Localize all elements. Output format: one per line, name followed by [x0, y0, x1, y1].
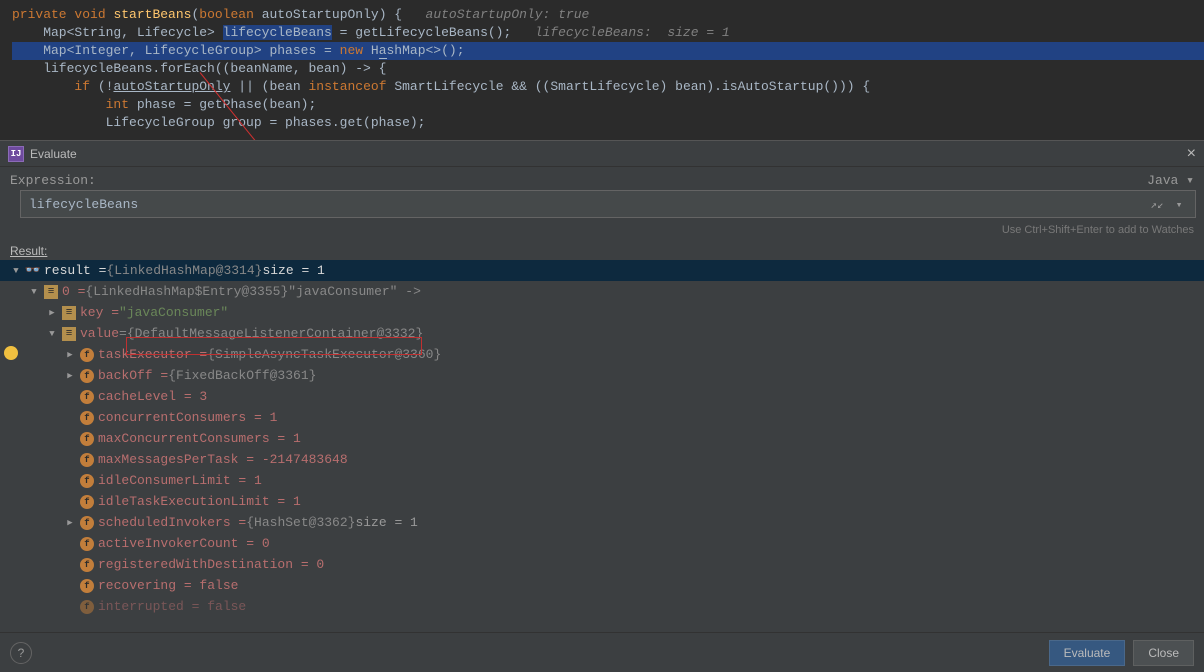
entry-icon: ≡	[62, 306, 76, 320]
entry-icon: ≡	[62, 327, 76, 341]
field-icon: f	[80, 348, 94, 362]
result-label: Result:	[0, 242, 1204, 260]
watch-icon: 👓	[26, 264, 40, 278]
expand-icon[interactable]: ↗↙	[1146, 194, 1168, 216]
field-icon: f	[80, 432, 94, 446]
evaluate-button[interactable]: Evaluate	[1049, 640, 1126, 666]
field-icon: f	[80, 411, 94, 425]
field-icon: f	[80, 537, 94, 551]
field-icon: f	[80, 495, 94, 509]
language-selector[interactable]: Java ▾	[1147, 173, 1194, 188]
field-icon: f	[80, 453, 94, 467]
result-tree[interactable]: ▼👓result = {LinkedHashMap@3314} size = 1…	[0, 260, 1204, 632]
tree-row[interactable]: fregisteredWithDestination = 0	[0, 554, 1204, 575]
hint-text: Use Ctrl+Shift+Enter to add to Watches	[0, 222, 1204, 242]
close-button[interactable]: Close	[1133, 640, 1194, 666]
field-icon: f	[80, 390, 94, 404]
dialog-title: Evaluate	[30, 147, 1187, 161]
field-icon: f	[80, 369, 94, 383]
tree-row[interactable]: factiveInvokerCount = 0	[0, 533, 1204, 554]
field-icon: f	[80, 558, 94, 572]
intellij-icon: IJ	[8, 146, 24, 162]
tree-row[interactable]: ▼≡0 = {LinkedHashMap$Entry@3355} "javaCo…	[0, 281, 1204, 302]
tree-row[interactable]: fconcurrentConsumers = 1	[0, 407, 1204, 428]
tree-row[interactable]: ▶fbackOff = {FixedBackOff@3361}	[0, 365, 1204, 386]
tree-row[interactable]: fmaxConcurrentConsumers = 1	[0, 428, 1204, 449]
tree-row[interactable]: fidleConsumerLimit = 1	[0, 470, 1204, 491]
field-icon: f	[80, 516, 94, 530]
tree-row[interactable]: ▶fscheduledInvokers = {HashSet@3362} siz…	[0, 512, 1204, 533]
expression-label: Expression:	[10, 173, 96, 188]
tree-row-value[interactable]: ▼≡value = {DefaultMessageListenerContain…	[0, 323, 1204, 344]
field-icon: f	[80, 474, 94, 488]
help-button[interactable]: ?	[10, 642, 32, 664]
entry-icon: ≡	[44, 285, 58, 299]
tree-row[interactable]: ▶ftaskExecutor = {SimpleAsyncTaskExecuto…	[0, 344, 1204, 365]
tree-row[interactable]: frecovering = false	[0, 575, 1204, 596]
field-icon: f	[80, 579, 94, 593]
tree-row[interactable]: fcacheLevel = 3	[0, 386, 1204, 407]
evaluate-dialog: IJ Evaluate × Expression: Java ▾ ↗↙ ▾ Us…	[0, 140, 1204, 672]
code-editor: private void startBeans(boolean autoStar…	[0, 0, 1204, 140]
history-dropdown-icon[interactable]: ▾	[1168, 194, 1190, 216]
expression-input[interactable]	[20, 190, 1196, 218]
dialog-titlebar[interactable]: IJ Evaluate ×	[0, 141, 1204, 167]
tree-row[interactable]: fmaxMessagesPerTask = -2147483648	[0, 449, 1204, 470]
tree-row[interactable]: ▶≡key = "javaConsumer"	[0, 302, 1204, 323]
tree-row-root[interactable]: ▼👓result = {LinkedHashMap@3314} size = 1	[0, 260, 1204, 281]
close-icon[interactable]: ×	[1187, 145, 1196, 163]
bulb-icon[interactable]	[4, 346, 18, 360]
button-bar: ? Evaluate Close	[0, 632, 1204, 672]
tree-row[interactable]: finterrupted = false	[0, 596, 1204, 617]
field-icon: f	[80, 600, 94, 614]
tree-row[interactable]: fidleTaskExecutionLimit = 1	[0, 491, 1204, 512]
